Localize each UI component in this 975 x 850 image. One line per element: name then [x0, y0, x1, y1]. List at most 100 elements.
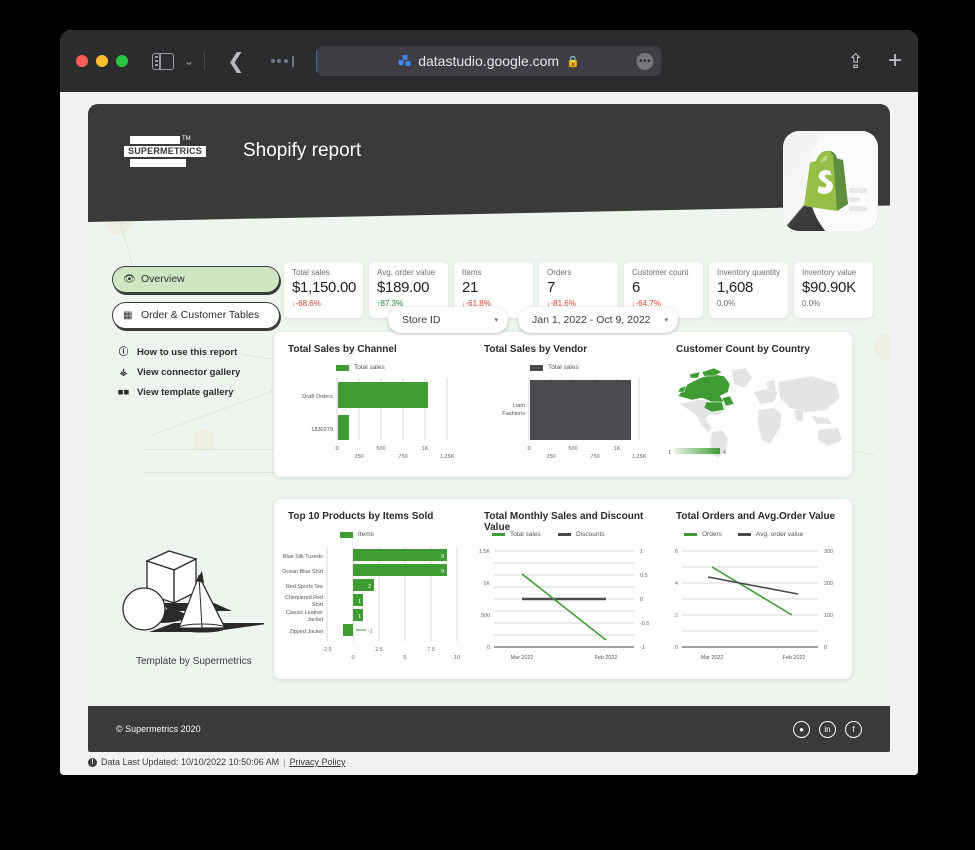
- supermetrics-logo: TM SUPERMETRICS: [124, 136, 212, 168]
- chart-top-10-products[interactable]: Top 10 Products by Items Sold Items 9 9 …: [274, 499, 470, 679]
- address-bar[interactable]: datastudio.google.com 🔒 •••: [316, 46, 662, 76]
- legend-swatch: [530, 364, 543, 371]
- svg-text:6: 6: [675, 549, 678, 555]
- svg-text:1830279: 1830279: [311, 427, 333, 433]
- svg-text:0: 0: [487, 645, 490, 651]
- svg-text:Jacket: Jacket: [307, 617, 323, 623]
- privacy-policy-link[interactable]: Privacy Policy: [289, 757, 345, 767]
- twitter-icon[interactable]: ●: [793, 720, 810, 738]
- chart-legend: Items: [340, 531, 374, 538]
- sidebar-link-how-to-use[interactable]: ⓘ How to use this report: [112, 347, 280, 358]
- svg-text:2: 2: [675, 613, 678, 619]
- sidebar-link-template-gallery[interactable]: ■■ View template gallery: [112, 387, 280, 398]
- bar-draft-orders: [338, 382, 428, 408]
- svg-text:9: 9: [441, 569, 444, 575]
- kpi-label: Customer count: [632, 268, 689, 277]
- facebook-icon[interactable]: f: [845, 720, 862, 738]
- svg-text:1: 1: [668, 450, 671, 456]
- share-icon[interactable]: ⇪: [847, 49, 864, 74]
- kpi-inventory-quantity[interactable]: Inventory quantity 1,608 0.0%: [709, 262, 788, 318]
- legend-label: Orders: [702, 531, 722, 538]
- grid-icon: ■■: [117, 387, 130, 398]
- sidebar-link-connector-gallery[interactable]: ⚶ View connector gallery: [112, 367, 280, 378]
- chart-monthly-sales-discounts[interactable]: Total Monthly Sales and Discount Value T…: [470, 499, 662, 679]
- extension-dots-icon[interactable]: [270, 55, 294, 67]
- kpi-label: Avg. order value: [377, 268, 436, 277]
- template-illustration: Template by Supermetrics: [114, 539, 274, 668]
- window-controls[interactable]: [76, 55, 128, 67]
- svg-text:1.5K: 1.5K: [479, 549, 490, 555]
- chart-canvas: Draft Orders 1830279 0 250 500 750 1K 1.…: [302, 378, 455, 460]
- svg-text:300: 300: [824, 549, 833, 555]
- sidebar-item-overview[interactable]: 👁 Overview: [112, 266, 280, 293]
- browser-toolbar: ⌄ ❮ datastudio.google.com 🔒 ••• ⇪ +: [60, 30, 918, 92]
- chart-orders-avg-order-value[interactable]: Total Orders and Avg.Order Value Orders …: [662, 499, 852, 679]
- social-links: ● in f: [793, 720, 862, 738]
- svg-text:0: 0: [824, 645, 827, 651]
- browser-window: ⌄ ❮ datastudio.google.com 🔒 ••• ⇪ + TM S…: [60, 30, 918, 775]
- svg-text:1: 1: [358, 614, 361, 620]
- shopify-bag-icon: [804, 150, 848, 211]
- kpi-label: Orders: [547, 268, 572, 277]
- report-filters: Store ID ▾ Jan 1, 2022 - Oct 9, 2022 ▾: [388, 307, 678, 333]
- charts-row-1: Total Sales by Channel Total sales Draft…: [274, 332, 852, 477]
- kpi-label: Items: [462, 268, 482, 277]
- datastudio-favicon: [398, 54, 411, 68]
- svg-text:Chequered Red: Chequered Red: [285, 595, 323, 601]
- sidebar-item-order-customer-tables[interactable]: ▦ Order & Customer Tables: [112, 302, 280, 329]
- svg-text:-1: -1: [640, 645, 645, 651]
- legend-line: [558, 533, 571, 536]
- sidebar-item-label: Overview: [141, 273, 185, 285]
- chart-total-sales-by-channel[interactable]: Total Sales by Channel Total sales Draft…: [274, 332, 470, 477]
- kpi-inventory-value[interactable]: Inventory value $90.90K 0.0%: [794, 262, 873, 318]
- sidebar-toggle-icon[interactable]: [152, 52, 174, 70]
- bar-1830279: [338, 415, 349, 440]
- close-button[interactable]: [76, 55, 88, 67]
- info-icon: !: [88, 757, 97, 767]
- svg-text:4: 4: [675, 581, 678, 587]
- plus-icon[interactable]: +: [888, 47, 902, 75]
- chart-total-sales-by-vendor[interactable]: Total Sales by Vendor Total sales Liam F…: [470, 332, 662, 477]
- kpi-label: Total sales: [292, 268, 330, 277]
- bar-zipped-jacket: [343, 624, 353, 636]
- store-id-filter[interactable]: Store ID ▾: [388, 307, 508, 333]
- page-menu-icon[interactable]: •••: [636, 52, 654, 70]
- legend-swatch: [336, 364, 349, 371]
- kpi-value: 6: [632, 279, 641, 296]
- svg-text:Shirt: Shirt: [312, 602, 324, 608]
- minimize-button[interactable]: [96, 55, 108, 67]
- svg-text:1.25K: 1.25K: [440, 454, 455, 460]
- report-footer: © Supermetrics 2020 ● in f: [88, 706, 890, 752]
- chart-legend-total-sales: Total sales: [492, 531, 541, 538]
- kpi-label: Inventory value: [802, 268, 857, 277]
- shopify-logo: [783, 131, 878, 231]
- svg-text:5: 5: [404, 655, 407, 661]
- shopify-menu-icon: [849, 188, 867, 215]
- chevron-down-icon[interactable]: ⌄: [184, 54, 194, 68]
- kpi-total-sales[interactable]: Total sales $1,150.00 ↓-68.6%: [284, 262, 363, 318]
- page-viewport: TM SUPERMETRICS Shopify report Store ID …: [60, 92, 918, 775]
- svg-text:-2.5: -2.5: [322, 647, 331, 653]
- svg-text:Classic Leather: Classic Leather: [286, 610, 323, 616]
- data-last-updated: ! Data Last Updated: 10/10/2022 10:50:06…: [88, 757, 346, 767]
- template-caption: Template by Supermetrics: [136, 656, 252, 667]
- svg-text:0: 0: [527, 446, 530, 452]
- plug-icon: ⚶: [119, 367, 128, 378]
- back-arrow-icon[interactable]: ❮: [227, 49, 245, 74]
- svg-text:10: 10: [454, 655, 460, 661]
- sidebar-link-label: View template gallery: [137, 387, 234, 398]
- svg-text:2.5: 2.5: [375, 647, 383, 653]
- svg-text:2: 2: [368, 584, 371, 590]
- chart-canvas: 6 4 2 0 300 200 100 0 Mar 2022 Feb 2022: [675, 549, 833, 661]
- report-sidebar: 👁 Overview ▦ Order & Customer Tables ⓘ H…: [112, 266, 280, 407]
- svg-text:Feb 2022: Feb 2022: [783, 655, 806, 661]
- chart-legend-discounts: Discounts: [558, 531, 605, 538]
- maximize-button[interactable]: [116, 55, 128, 67]
- linkedin-icon[interactable]: in: [819, 720, 836, 738]
- svg-text:0: 0: [640, 597, 643, 603]
- sidebar-link-label: View connector gallery: [137, 367, 241, 378]
- svg-text:0: 0: [335, 446, 338, 452]
- date-range-filter[interactable]: Jan 1, 2022 - Oct 9, 2022 ▾: [518, 307, 678, 333]
- chart-customer-count-by-country[interactable]: Customer Count by Country 1 4: [662, 332, 852, 477]
- sidebar-item-label: Order & Customer Tables: [141, 309, 260, 321]
